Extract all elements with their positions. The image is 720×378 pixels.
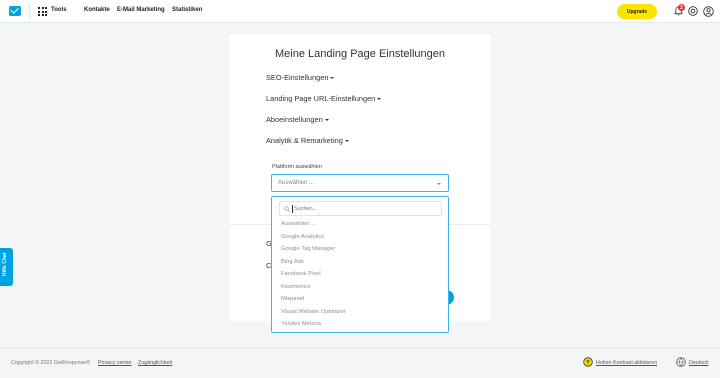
dropdown-option[interactable]: Kissmetrics — [281, 284, 311, 290]
nav-statistiken[interactable]: Statistiken — [172, 7, 202, 13]
upgrade-button[interactable]: Upgrade — [617, 4, 657, 19]
page-title: Meine Landing Page Einstellungen — [274, 48, 446, 60]
copyright-text: Copyright © 2022 GetResponse® — [11, 360, 91, 366]
high-contrast-link[interactable]: Hohen Kontrast aktivieren — [596, 360, 657, 366]
accessibility-link[interactable]: Zugänglichkeit — [138, 360, 172, 366]
privacy-center-link[interactable]: Privacy center — [98, 360, 132, 366]
dropdown-option[interactable]: Mixpanel — [281, 296, 304, 302]
getresponse-logo-icon[interactable] — [9, 6, 21, 16]
tools-menu[interactable]: Tools — [51, 7, 67, 13]
contrast-icon[interactable] — [583, 357, 593, 367]
caret-up-icon — [437, 183, 441, 185]
platform-select-value: Auswählen ... — [278, 180, 315, 186]
platform-label: Plattform auswählen — [272, 164, 322, 170]
nav-kontakte[interactable]: Kontakte — [84, 7, 110, 13]
caret-down-icon — [330, 77, 335, 80]
platform-select[interactable]: Auswählen ... — [271, 174, 449, 192]
dropdown-option[interactable]: Visual Website Optimizer — [281, 309, 346, 315]
divider — [29, 4, 30, 19]
search-input[interactable] — [294, 206, 434, 212]
apps-grid-icon[interactable] — [38, 7, 47, 16]
help-chat-tab-label: Hilfe Chat — [2, 252, 8, 276]
caret-down-icon — [324, 119, 329, 122]
section-url[interactable]: Landing Page URL-Einstellungen — [266, 94, 382, 103]
language-link[interactable]: Deutsch — [689, 360, 708, 366]
footer-divider — [0, 348, 720, 349]
top-navigation-bar: Tools Kontakte E-Mail Marketing Statisti… — [0, 0, 720, 23]
dropdown-option[interactable]: Google Analytics — [281, 234, 324, 240]
caret-down-icon — [344, 140, 349, 143]
platform-dropdown: Auswählen ... Google Analytics Google Ta… — [271, 196, 449, 333]
search-icon — [284, 206, 290, 212]
section-analytics[interactable]: Analytik & Remarketing — [266, 136, 349, 145]
globe-icon[interactable] — [676, 357, 686, 367]
dropdown-option[interactable]: Auswählen ... — [281, 221, 316, 227]
text-cursor — [292, 205, 293, 213]
help-lifebuoy-icon[interactable] — [688, 6, 698, 16]
dropdown-option[interactable]: Google Tag Manager — [281, 246, 335, 252]
notification-badge: 2 — [678, 4, 685, 11]
section-seo[interactable]: SEO-Einstellungen — [266, 73, 335, 82]
dropdown-option[interactable]: Yandex Metrica — [281, 321, 321, 327]
dropdown-search-field[interactable] — [279, 201, 442, 216]
nav-email-marketing[interactable]: E-Mail Marketing — [117, 7, 165, 13]
dropdown-option[interactable]: Bing Ads — [281, 259, 304, 265]
caret-down-icon — [377, 98, 382, 101]
section-abo[interactable]: Aboeinstellungen — [266, 115, 329, 124]
user-avatar-icon[interactable] — [703, 6, 714, 17]
dropdown-option[interactable]: Facebook Pixel — [281, 271, 321, 277]
